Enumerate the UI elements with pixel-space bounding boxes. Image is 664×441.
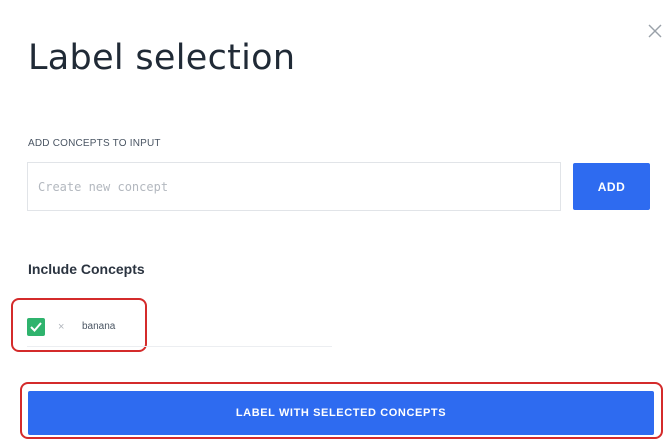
close-icon[interactable] — [646, 22, 664, 40]
new-concept-input[interactable] — [27, 162, 561, 211]
remove-icon[interactable]: × — [58, 320, 64, 334]
concept-checkbox[interactable] — [27, 318, 45, 336]
include-concepts-heading: Include Concepts — [28, 261, 145, 277]
label-with-selected-concepts-button[interactable]: LABEL WITH SELECTED CONCEPTS — [28, 391, 654, 435]
concept-name: banana — [82, 321, 116, 332]
add-concepts-label: ADD CONCEPTS TO INPUT — [28, 138, 161, 149]
row-divider — [27, 346, 332, 347]
dialog-title: Label selection — [28, 38, 296, 78]
add-concept-button[interactable]: ADD — [573, 163, 650, 210]
checkmark-icon — [30, 322, 42, 332]
